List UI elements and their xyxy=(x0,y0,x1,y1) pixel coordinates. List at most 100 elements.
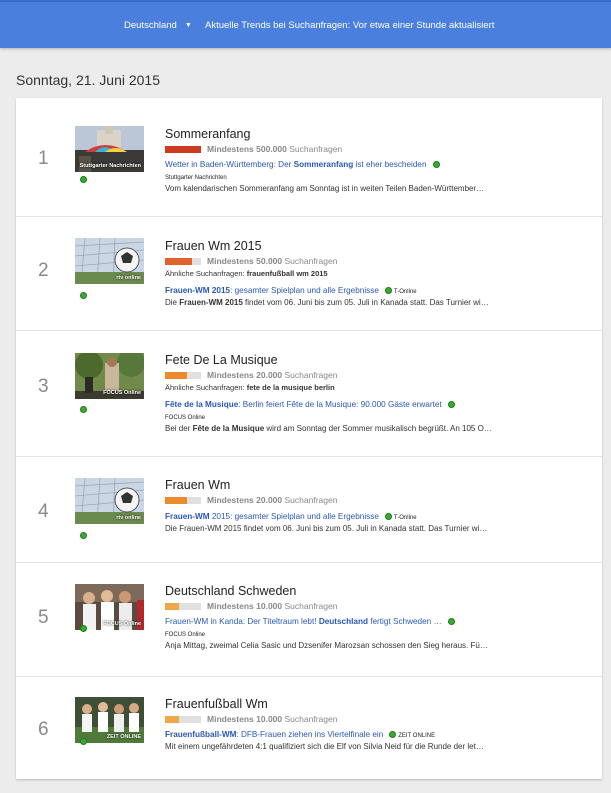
rank-number: 4 xyxy=(38,501,49,522)
article-text-end: 2015: gesamter Spielplan und alle Ergebn… xyxy=(209,512,379,521)
volume-bar xyxy=(165,497,201,505)
news-article-link[interactable]: Wetter in Baden-Württemberg: Der Sommera… xyxy=(165,160,440,169)
trend-thumbnail[interactable]: FOCUS Online xyxy=(75,584,144,630)
search-volume: Mindestens 500.000 Suchanfragen xyxy=(165,144,342,154)
search-volume: Mindestens 50.000 Suchanfragen xyxy=(165,256,337,266)
volume-prefix: Mindestens xyxy=(207,601,254,611)
thumbnail-source: rtv online xyxy=(116,275,141,281)
news-indicator-icon[interactable] xyxy=(80,292,87,299)
trend-item-1: 1 Stuttgarter Nachrichten Sommeranfang M… xyxy=(16,98,602,217)
news-article-link[interactable]: Frauen-WM 2015: gesamter Spielplan und a… xyxy=(165,286,417,295)
trend-title[interactable]: Frauenfußball Wm xyxy=(165,697,268,711)
volume-bar xyxy=(165,716,201,724)
article-text-end: : gesamter Spielplan und alle Ergebnisse xyxy=(230,286,379,295)
rank-number: 1 xyxy=(38,148,49,169)
volume-suffix: Suchanfragen xyxy=(284,714,338,724)
trend-thumbnail[interactable]: ZEIT ONLINE xyxy=(75,697,144,743)
related-query[interactable]: fete de la musique berlin xyxy=(247,383,335,392)
trend-title[interactable]: Frauen Wm 2015 xyxy=(165,239,262,253)
region-label: Deutschland xyxy=(124,20,177,31)
trend-title[interactable]: Sommeranfang xyxy=(165,127,250,141)
trend-title[interactable]: Fete De La Musique xyxy=(165,353,278,367)
snippet-text-end: findet vom 06. Juni bis zum 05. Juli in … xyxy=(242,298,489,307)
news-indicator-icon[interactable] xyxy=(80,406,87,413)
date-heading: Sonntag, 21. Juni 2015 xyxy=(16,72,161,88)
trend-item-6: 6 ZEIT ONLINE Frauenfußball Wm Mindesten… xyxy=(16,677,602,779)
news-indicator-icon[interactable] xyxy=(432,161,440,169)
volume-suffix: Suchanfragen xyxy=(284,495,338,505)
article-text-end: ist eher bescheiden xyxy=(353,160,427,169)
trend-title[interactable]: Frauen Wm xyxy=(165,478,230,492)
thumbnail-source: Stuttgarter Nachrichten xyxy=(79,163,141,169)
news-article-link[interactable]: Frauen-WM in Kanda: Der Titeltraum lebt!… xyxy=(165,617,455,626)
snippet-text: Anja Mittag, zweimal Celia Sasic und Dzs… xyxy=(165,641,488,650)
rank-number: 6 xyxy=(38,719,49,740)
volume-bar xyxy=(165,372,201,380)
related-searches: Ähnliche Suchanfragen: frauenfußball wm … xyxy=(165,269,328,278)
article-snippet: Die Frauen-WM 2015 findet vom 06. Juni b… xyxy=(165,298,530,307)
trend-item-3: 3 FOCUS Online Fete De La Musique Mindes… xyxy=(16,331,602,457)
volume-value: 500.000 xyxy=(256,144,287,154)
region-selector[interactable]: Deutschland ▼ xyxy=(124,20,192,31)
related-query[interactable]: frauenfußball wm 2015 xyxy=(247,269,328,278)
related-searches: Ähnliche Suchanfragen: fete de la musiqu… xyxy=(165,383,335,392)
news-article-link[interactable]: Frauen-WM 2015: gesamter Spielplan und a… xyxy=(165,512,417,521)
volume-bar xyxy=(165,603,201,611)
news-indicator-icon[interactable] xyxy=(447,401,455,409)
trend-item-2: 2 rtv online Frauen Wm 2015 Mindestens 5… xyxy=(16,217,602,331)
news-indicator-icon[interactable] xyxy=(447,618,455,626)
article-snippet: Anja Mittag, zweimal Celia Sasic und Dzs… xyxy=(165,641,530,650)
trend-thumbnail[interactable]: FOCUS Online xyxy=(75,353,144,399)
volume-suffix: Suchanfragen xyxy=(289,144,343,154)
news-indicator-icon[interactable] xyxy=(384,513,392,521)
thumbnail-source: rtv online xyxy=(116,515,141,521)
thumbnail-source: ZEIT ONLINE xyxy=(106,734,141,740)
news-indicator-icon[interactable] xyxy=(80,625,87,632)
article-text-end: : DFB-Frauen ziehen ins Viertelfinale ei… xyxy=(236,730,384,739)
volume-value: 10.000 xyxy=(256,601,283,611)
snippet-text: Vom kalendarischen Sommeranfang am Sonnt… xyxy=(165,184,485,193)
news-article-link[interactable]: Fête de la Musique: Berlin feiert Fête d… xyxy=(165,400,455,409)
volume-prefix: Mindestens xyxy=(207,370,254,380)
volume-suffix: Suchanfragen xyxy=(284,601,338,611)
publisher-name: ZEIT ONLINE xyxy=(398,733,436,739)
article-highlight: Frauenfußball-WM xyxy=(165,730,237,739)
snippet-text: Die Frauen-WM 2015 findet vom 06. Juni b… xyxy=(165,524,488,533)
related-label: Ähnliche Suchanfragen: xyxy=(165,383,247,392)
article-highlight: Deutschland xyxy=(318,617,368,626)
snippet-text-end: wird am Sonntag der Sommer musikalisch b… xyxy=(264,424,492,433)
volume-bar xyxy=(165,258,201,266)
news-indicator-icon[interactable] xyxy=(80,176,87,183)
trend-thumbnail[interactable]: rtv online xyxy=(75,238,144,284)
trend-title[interactable]: Deutschland Schweden xyxy=(165,584,296,598)
volume-prefix: Mindestens xyxy=(207,714,254,724)
snippet-highlight: Frauen-WM 2015 xyxy=(179,298,243,307)
thumbnail-source: FOCUS Online xyxy=(103,621,141,627)
news-indicator-icon[interactable] xyxy=(80,532,87,539)
publisher-name: T-Online xyxy=(393,515,417,521)
article-highlight: Frauen-WM xyxy=(165,512,210,521)
rank-number: 2 xyxy=(38,260,49,281)
publisher-name: T-Online xyxy=(393,289,417,295)
news-indicator-icon[interactable] xyxy=(389,731,397,739)
top-bar: Deutschland ▼ Aktuelle Trends bei Suchanf… xyxy=(0,0,611,48)
article-snippet: Mit einem ungefährdeten 4:1 qualifiziert… xyxy=(165,742,530,751)
rank-number: 5 xyxy=(38,607,49,628)
news-indicator-icon[interactable] xyxy=(80,738,87,745)
chevron-down-icon: ▼ xyxy=(184,21,192,29)
related-label: Ähnliche Suchanfragen: xyxy=(165,269,247,278)
header-title: Aktuelle Trends bei Suchanfragen: Vor et… xyxy=(205,20,495,31)
volume-prefix: Mindestens xyxy=(207,144,254,154)
publisher-name: FOCUS Online xyxy=(165,632,206,638)
search-volume: Mindestens 20.000 Suchanfragen xyxy=(165,495,337,505)
trend-thumbnail[interactable]: Stuttgarter Nachrichten xyxy=(75,126,144,172)
snippet-text: Mit einem ungefährdeten 4:1 qualifiziert… xyxy=(165,742,484,751)
trend-thumbnail[interactable]: rtv online xyxy=(75,478,144,524)
news-article-link[interactable]: Frauenfußball-WM: DFB-Frauen ziehen ins … xyxy=(165,730,435,739)
volume-value: 20.000 xyxy=(256,370,283,380)
news-indicator-icon[interactable] xyxy=(384,287,392,295)
search-volume: Mindestens 10.000 Suchanfragen xyxy=(165,601,337,611)
publisher-name: FOCUS Online xyxy=(165,415,206,421)
article-highlight: Fête de la Musique xyxy=(165,400,239,409)
volume-prefix: Mindestens xyxy=(207,495,254,505)
